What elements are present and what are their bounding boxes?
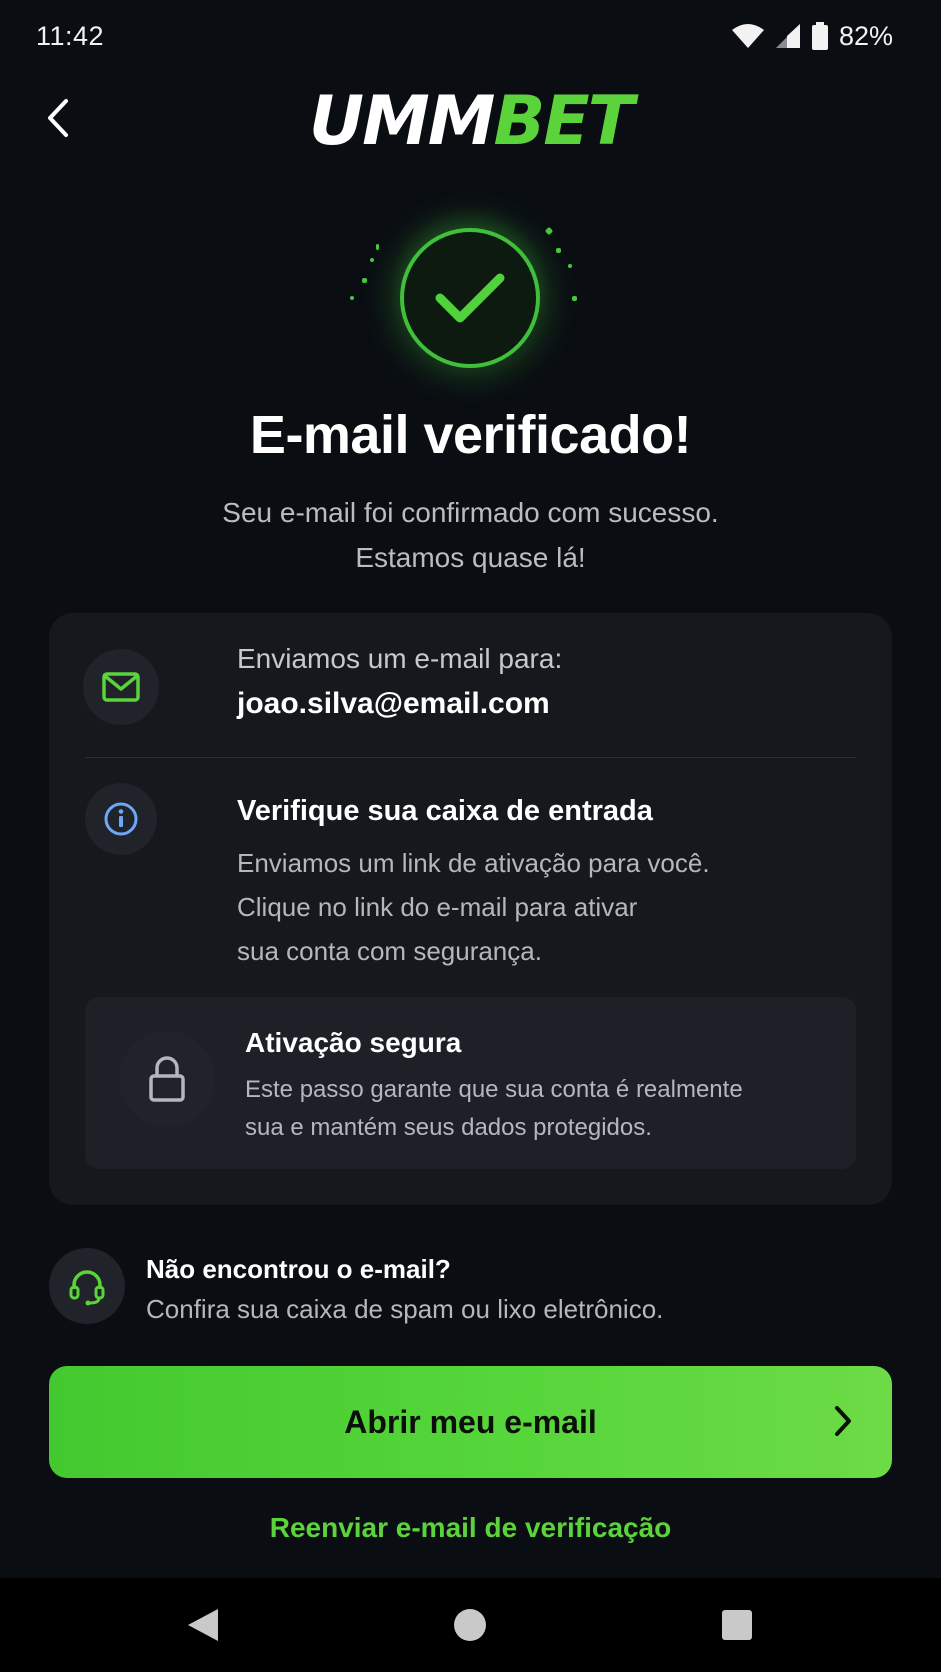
sparkle: [350, 296, 354, 300]
open-email-label: Abrir meu e-mail: [344, 1403, 597, 1440]
sparkle: [572, 296, 577, 301]
sent-email: joao.silva@email.com: [237, 687, 550, 720]
verify-title: Verifique sua caixa de entrada: [237, 795, 653, 827]
secure-activation-box: Ativação segura Este passo garante que s…: [85, 997, 856, 1169]
logo-part-bet: BET: [493, 82, 634, 161]
page-title: E-mail verificado!: [249, 405, 692, 465]
info-card: Enviamos um e-mail para: joao.silva@emai…: [49, 613, 892, 1205]
logo-part-umm: UMM: [308, 82, 496, 161]
verify-line: Clique no link do e-mail para ativar: [237, 892, 638, 922]
secure-title: Ativação segura: [245, 1027, 462, 1058]
help-text: Confira sua caixa de spam ou lixo eletrô…: [146, 1294, 664, 1324]
sparkle: [544, 226, 554, 236]
nav-recents-button[interactable]: [712, 1600, 762, 1650]
signal-icon: [775, 23, 801, 49]
subtitle-line: Seu e-mail foi confirmado com sucesso.: [222, 497, 719, 528]
secure-line: Este passo garante que sua conta é realm…: [245, 1076, 743, 1103]
system-nav-bar: [0, 1578, 941, 1672]
divider: [85, 757, 856, 758]
wifi-icon: [731, 23, 765, 49]
help-title: Não encontrou o e-mail?: [146, 1254, 451, 1284]
help-row: Não encontrou o e-mail? Confira sua caix…: [49, 1248, 892, 1328]
chevron-right-icon: [832, 1404, 854, 1443]
nav-home-button[interactable]: [445, 1600, 495, 1650]
subtitle-line: Estamos quase lá!: [355, 542, 586, 573]
status-bar: 11:42 82%: [0, 0, 941, 72]
sparkle: [556, 248, 561, 253]
sparkle: [376, 244, 379, 250]
status-time: 11:42: [36, 20, 105, 51]
secure-line: sua e mantém seus dados protegidos.: [245, 1114, 652, 1141]
secure-text: Este passo garante que sua conta é realm…: [245, 1071, 825, 1147]
headset-icon: [49, 1248, 125, 1324]
verify-line: Enviamos um link de ativação para você.: [237, 848, 710, 878]
status-icons: 82%: [731, 21, 893, 52]
header: UMMBET: [0, 80, 941, 160]
battery-percent: 82%: [838, 20, 893, 51]
logo: UMMBET: [0, 84, 941, 160]
success-illustration: [340, 200, 600, 380]
battery-icon: [811, 22, 829, 50]
sent-label: Enviamos um e-mail para:: [237, 643, 563, 674]
sparkle: [568, 264, 572, 268]
open-email-button[interactable]: Abrir meu e-mail: [49, 1366, 892, 1478]
resend-email-link[interactable]: Reenviar e-mail de verificação: [0, 1512, 941, 1544]
info-icon: [85, 783, 157, 855]
page-subtitle: Seu e-mail foi confirmado com sucesso. E…: [0, 490, 941, 580]
verify-text: Enviamos um link de ativação para você. …: [237, 841, 797, 973]
sparkle: [370, 258, 374, 262]
check-circle-icon: [400, 228, 540, 368]
sparkle: [362, 278, 367, 283]
mail-icon: [83, 649, 159, 725]
lock-icon: [119, 1031, 215, 1127]
verify-line: sua conta com segurança.: [237, 936, 542, 966]
nav-back-button[interactable]: [178, 1600, 228, 1650]
